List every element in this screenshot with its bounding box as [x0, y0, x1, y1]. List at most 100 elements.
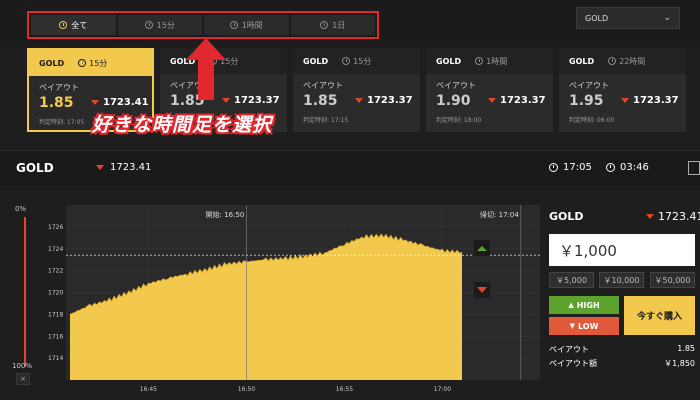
card-payout: 1.90: [436, 93, 471, 109]
card-payout-label: ペイアウト: [569, 81, 609, 90]
option-card[interactable]: GOLD 15分 ペイアウト 1.85 1723.37 判定時刻: 17:15: [293, 48, 420, 132]
down-triangle-icon: [91, 100, 99, 105]
high-button[interactable]: ▲ HIGH: [549, 296, 619, 314]
tab-1hour-label: 1時間: [241, 20, 263, 30]
card-price: 1723.37: [222, 95, 280, 106]
slider-track: [24, 217, 26, 367]
asset-name: GOLD: [16, 161, 54, 175]
card-close-time: 判定時刻: 17:05: [39, 119, 85, 126]
card-header: GOLD 1時間: [426, 48, 553, 74]
buy-now-button[interactable]: 今すぐ購入: [624, 296, 695, 335]
clock-icon: [549, 163, 558, 172]
down-triangle-icon: [488, 98, 496, 103]
chevron-down-icon: ⌄: [663, 13, 671, 23]
clock-icon: [229, 21, 238, 29]
tab-15min[interactable]: 15分: [117, 15, 202, 35]
payout-row: ペイアウト 1.85: [549, 344, 695, 355]
card-payout: 1.95: [569, 93, 604, 109]
card-period: 1時間: [475, 56, 507, 67]
x-tick-label: 16:45: [140, 386, 157, 393]
quick-amount-50000[interactable]: ￥50,000: [650, 272, 695, 288]
card-close-time: 判定時刻: 17:15: [303, 117, 349, 124]
card-period: 15分: [342, 56, 371, 67]
y-tick-label: 1726: [48, 224, 63, 231]
tab-1day-label: 1日: [332, 20, 346, 30]
end-time-label: 帰切: 17:04: [480, 210, 519, 219]
card-header: GOLD 22時間: [559, 48, 686, 74]
start-time-label: 開始: 16:50: [206, 210, 245, 219]
card-price-value: 1723.37: [633, 95, 679, 106]
panel-toggle-icon[interactable]: [688, 161, 700, 175]
payout-value: 1.85: [677, 344, 695, 353]
y-tick-label: 1714: [48, 355, 63, 362]
low-marker[interactable]: [474, 282, 490, 298]
down-triangle-icon: [96, 165, 104, 170]
option-card[interactable]: GOLD 1時間 ペイアウト 1.90 1723.37 判定時刻: 18:00: [426, 48, 553, 132]
price-chart[interactable]: 1714171617181720172217241726 16:45 16:50 1…: [40, 190, 540, 395]
slider-bottom-label: 100%: [12, 362, 33, 370]
tab-1hour[interactable]: 1時間: [204, 15, 289, 35]
card-payout-label: ペイアウト: [436, 81, 476, 90]
option-card[interactable]: GOLD 22時間 ペイアウト 1.95 1723.37 判定時刻: 06:00: [559, 48, 686, 132]
top-bar: 全て 15分 1時間 1日 GOLD ⌄: [0, 0, 700, 42]
card-price: 1723.37: [621, 95, 679, 106]
card-period: 22時間: [608, 56, 645, 67]
payout-label: ペイアウト: [549, 345, 589, 354]
down-chevron-icon: ▼: [569, 322, 575, 330]
trade-price: 1723.41: [646, 210, 700, 223]
trade-price-value: 1723.41: [658, 210, 700, 223]
y-axis: 1714 1716 1718 1720 1722 1724 1726: [48, 224, 63, 362]
asset-header: GOLD 1723.41 17:05 03:46: [0, 150, 700, 186]
up-chevron-icon: ▲: [568, 301, 574, 309]
quick-amount-10000[interactable]: ￥10,000: [599, 272, 644, 288]
card-payout-label: ペイアウト: [39, 83, 79, 92]
payout-amount-value: ￥1,850: [664, 359, 695, 368]
card-payout-label: ペイアウト: [303, 81, 343, 90]
quick-amount-5000[interactable]: ￥5,000: [549, 272, 594, 288]
amount-input[interactable]: [549, 234, 695, 266]
clock-icon: [475, 57, 484, 65]
y-tick-label: 1716: [48, 333, 63, 340]
card-asset: GOLD: [303, 56, 329, 66]
down-triangle-icon: [355, 98, 363, 103]
y-tick-label: 1722: [48, 268, 63, 275]
period-tabs: 全て 15分 1時間 1日: [27, 11, 379, 39]
payout-amount-label: ペイアウト額: [549, 359, 597, 368]
tab-all[interactable]: 全て: [31, 15, 116, 35]
tab-all-label: 全て: [71, 20, 88, 30]
card-asset: GOLD: [39, 58, 65, 68]
tab-15min-label: 15分: [156, 20, 175, 30]
sentiment-slider: 0% 100% ×: [12, 205, 35, 385]
card-period-label: 22時間: [619, 56, 646, 66]
time-remaining-value: 03:46: [620, 162, 649, 173]
x-tick-label: 16:50: [238, 386, 255, 393]
slider-top-label: 0%: [15, 205, 27, 213]
tab-1day[interactable]: 1日: [290, 15, 375, 35]
asset-select[interactable]: GOLD ⌄: [576, 7, 680, 29]
up-arrow-annotation-icon: [186, 38, 226, 100]
x-tick-label: 17:00: [434, 386, 451, 393]
clock-icon: [59, 21, 68, 29]
y-tick-label: 1724: [48, 246, 63, 253]
down-triangle-icon: [646, 214, 654, 219]
trade-panel: GOLD 1723.41 ￥5,000 ￥10,000 ￥50,000 ▲ HI…: [544, 200, 700, 400]
card-price-value: 1723.41: [103, 97, 149, 108]
y-tick-label: 1720: [48, 290, 63, 297]
low-button[interactable]: ▼ LOW: [549, 317, 619, 335]
card-price: 1723.37: [488, 95, 546, 106]
card-price-value: 1723.37: [234, 95, 280, 106]
card-period-label: 1時間: [486, 56, 508, 66]
card-payout: 1.85: [39, 95, 74, 111]
low-button-label: LOW: [577, 321, 599, 331]
asset-price: 1723.41: [96, 162, 151, 173]
card-period: 15分: [78, 58, 107, 69]
close-time: 17:05: [549, 162, 592, 173]
clock-icon: [342, 57, 351, 65]
card-asset: GOLD: [436, 56, 462, 66]
annotation-text: 好きな時間足を選択: [92, 114, 273, 136]
high-marker[interactable]: [474, 240, 490, 256]
card-period-label: 15分: [89, 58, 108, 68]
card-price: 1723.41: [91, 97, 149, 108]
card-header: GOLD 15分: [293, 48, 420, 74]
close-icon[interactable]: ×: [16, 373, 30, 385]
